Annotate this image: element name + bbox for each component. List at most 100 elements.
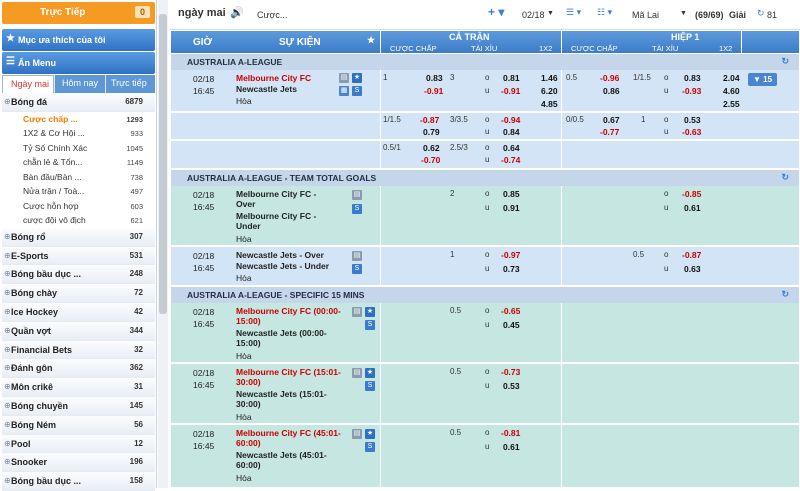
favorite-star-icon[interactable]: ★ xyxy=(365,307,375,317)
odds-home[interactable]: -0.87 xyxy=(420,115,439,125)
sub-item-half-full[interactable]: Nửa trận / Toà... 497 xyxy=(2,184,155,199)
half-odds-2[interactable]: 2.55 xyxy=(723,99,740,109)
stream-icon[interactable]: S xyxy=(365,442,375,452)
tab-tomorrow[interactable]: Ngày mai xyxy=(2,75,54,93)
odds-home[interactable]: 0.83 xyxy=(426,73,443,83)
favorites-button[interactable]: ★ Mục ưa thích của tôi xyxy=(2,29,155,51)
sport-item[interactable]: ⊕ Bóng Ném 56 xyxy=(2,415,155,435)
refresh-icon[interactable]: ↻ xyxy=(781,56,789,67)
odds-under[interactable]: -0.74 xyxy=(501,155,520,165)
sort-icon[interactable]: ☰ ▾ xyxy=(566,7,581,18)
stats-icon[interactable]: ▤ xyxy=(352,307,362,317)
odds-2[interactable]: 4.85 xyxy=(541,99,558,109)
half-odds-home[interactable]: -0.96 xyxy=(600,73,619,83)
favorite-star-icon[interactable]: ★ xyxy=(365,429,375,439)
scrollbar-thumb[interactable] xyxy=(159,14,167,314)
odds-under[interactable]: 0.73 xyxy=(503,264,520,274)
half-odds-over[interactable]: 0.83 xyxy=(684,73,701,83)
odds-under[interactable]: 0.91 xyxy=(503,203,520,213)
odds-over[interactable]: 0.85 xyxy=(503,189,520,199)
sport-item[interactable]: ⊕ Pool 12 xyxy=(2,434,155,454)
odds-under[interactable]: 0.53 xyxy=(503,381,520,391)
tab-live[interactable]: Trực tiếp xyxy=(106,75,155,93)
sub-item-handicap[interactable]: Cược chấp ... 1293 xyxy=(2,111,155,127)
grid-icon[interactable]: ▦ xyxy=(339,86,349,96)
stats-icon[interactable]: ▤ xyxy=(352,190,362,200)
odds-over[interactable]: -0.73 xyxy=(501,367,520,377)
live-button[interactable]: Trực Tiếp 0 xyxy=(2,2,155,24)
sport-football[interactable]: ⊕ Bóng đá 6879 xyxy=(2,93,155,112)
half-odds-draw[interactable]: 4.60 xyxy=(723,86,740,96)
bet-type-select[interactable]: Cược... xyxy=(257,10,287,20)
odds-over[interactable]: 0.64 xyxy=(503,143,520,153)
sport-item[interactable]: ⊕ Bóng bầu dục ... 158 xyxy=(2,472,155,491)
stream-icon[interactable]: S xyxy=(365,320,375,330)
half-odds-under[interactable]: 0.61 xyxy=(684,203,701,213)
sport-item[interactable]: ⊕ E-Sports 531 xyxy=(2,246,155,266)
half-odds-over[interactable]: -0.87 xyxy=(682,250,701,260)
stream-icon[interactable]: S xyxy=(352,86,362,96)
more-markets-button[interactable]: ▼ 15 xyxy=(748,73,778,86)
half-odds-under[interactable]: -0.93 xyxy=(682,86,701,96)
half-odds-over[interactable]: -0.85 xyxy=(682,189,701,199)
half-odds-under[interactable]: 0.63 xyxy=(684,264,701,274)
add-icon[interactable]: + ▾ xyxy=(488,5,504,19)
half-odds-under[interactable]: -0.63 xyxy=(682,127,701,137)
sport-item[interactable]: ⊕ Bóng chày 72 xyxy=(2,284,155,303)
refresh-icon[interactable]: ↻ xyxy=(781,172,789,183)
sport-item[interactable]: ⊕ Đánh gôn 362 xyxy=(2,359,155,379)
sub-item-first-goal[interactable]: Bàn đầu/Bàn ... 738 xyxy=(2,169,155,185)
sub-item-mix-parlay[interactable]: Cược hỗn hợp 603 xyxy=(2,198,155,214)
league-header[interactable]: AUSTRALIA A-LEAGUE - SPECIFIC 15 MINS ↻ xyxy=(171,287,799,303)
sub-item-odd-even[interactable]: chẵn lẻ & Tổn... 1149 xyxy=(2,155,155,170)
half-odds-home[interactable]: 0.67 xyxy=(603,115,620,125)
sport-item[interactable]: ⊕ Ice Hockey 42 xyxy=(2,302,155,322)
sort-star-icon[interactable]: ★ xyxy=(367,35,375,46)
sport-item[interactable]: ⊕ Bóng bầu dục ... 248 xyxy=(2,265,155,285)
stream-icon[interactable]: S xyxy=(365,381,375,391)
odds-under[interactable]: 0.61 xyxy=(503,442,520,452)
odds-under[interactable]: 0.45 xyxy=(503,320,520,330)
stats-icon[interactable]: ▤ xyxy=(352,429,362,439)
league-header[interactable]: AUSTRALIA A-LEAGUE ↻ xyxy=(171,54,799,70)
speaker-icon[interactable]: 🔊 xyxy=(230,6,244,19)
sport-item[interactable]: ⊕ Bóng chuyền 145 xyxy=(2,396,155,416)
stats-icon[interactable]: ▤ xyxy=(352,251,362,261)
odds-under[interactable]: 0.84 xyxy=(503,127,520,137)
half-odds-over[interactable]: 0.53 xyxy=(684,115,701,125)
sub-item-outright[interactable]: cược đội vô địch 621 xyxy=(2,213,155,228)
stats-icon[interactable]: ▤ xyxy=(339,73,349,83)
sport-item[interactable]: ⊕ Snooker 196 xyxy=(2,453,155,473)
odds-over[interactable]: -0.97 xyxy=(501,250,520,260)
favorite-star-icon[interactable]: ★ xyxy=(352,73,362,83)
favorite-star-icon[interactable]: ★ xyxy=(365,368,375,378)
sport-item[interactable]: ⊕ Môn crikê 31 xyxy=(2,378,155,397)
stream-icon[interactable]: S xyxy=(352,264,362,274)
odds-over[interactable]: 0.81 xyxy=(503,73,520,83)
odds-type-select[interactable]: Mã Lai xyxy=(632,10,659,20)
sub-item-correct-score[interactable]: Tỷ Số Chính Xác 1045 xyxy=(2,140,155,156)
odds-over[interactable]: -0.65 xyxy=(501,306,520,316)
sidebar-scrollbar[interactable] xyxy=(158,0,168,488)
sport-item[interactable]: ⊕ Bóng rổ 307 xyxy=(2,227,155,247)
odds-under[interactable]: -0.91 xyxy=(501,86,520,96)
stats-icon[interactable]: ▤ xyxy=(352,368,362,378)
sport-item[interactable]: ⊕ Quần vợt 344 xyxy=(2,321,155,341)
half-odds-away[interactable]: -0.77 xyxy=(600,127,619,137)
sport-item[interactable]: ⊕ Financial Bets 32 xyxy=(2,340,155,360)
refresh-icon[interactable]: ↻ xyxy=(757,8,765,19)
odds-over[interactable]: -0.81 xyxy=(501,428,520,438)
odds-away[interactable]: -0.91 xyxy=(424,86,443,96)
stream-icon[interactable]: S xyxy=(352,204,362,214)
odds-away[interactable]: -0.70 xyxy=(421,155,440,165)
odds-away[interactable]: 0.79 xyxy=(423,127,440,137)
half-odds-away[interactable]: 0.86 xyxy=(603,86,620,96)
odds-1[interactable]: 1.46 xyxy=(541,73,558,83)
league-header[interactable]: AUSTRALIA A-LEAGUE - TEAM TOTAL GOALS ↻ xyxy=(171,170,799,186)
odds-home[interactable]: 0.62 xyxy=(423,143,440,153)
tab-today[interactable]: Hôm nay xyxy=(55,75,105,93)
refresh-icon[interactable]: ↻ xyxy=(781,289,789,300)
odds-over[interactable]: -0.94 xyxy=(501,115,520,125)
odds-draw[interactable]: 6.20 xyxy=(541,86,558,96)
date-select[interactable]: 02/18 xyxy=(522,10,545,20)
